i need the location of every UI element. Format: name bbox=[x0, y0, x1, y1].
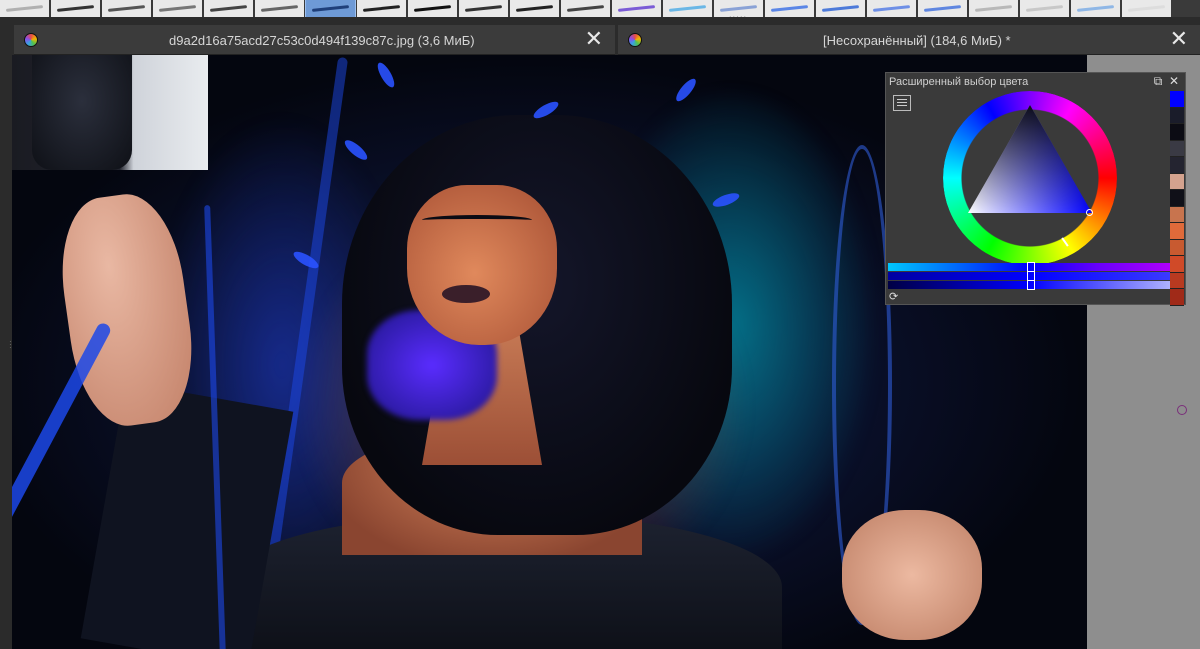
brush-preset-22[interactable] bbox=[1071, 0, 1120, 17]
hue-slider[interactable] bbox=[888, 262, 1170, 272]
palette-swatch[interactable] bbox=[1170, 157, 1184, 174]
brush-preset-6[interactable] bbox=[255, 0, 304, 17]
brush-preset-7[interactable] bbox=[305, 0, 356, 17]
docker-title: Расширенный выбор цвета bbox=[889, 76, 1029, 88]
close-docker-icon[interactable]: ✕ bbox=[1167, 74, 1181, 88]
palette-swatch[interactable] bbox=[1170, 239, 1184, 257]
brush-preset-18[interactable] bbox=[867, 0, 916, 17]
brush-preset-13[interactable] bbox=[612, 0, 661, 17]
color-history-palette bbox=[1170, 91, 1184, 306]
brush-preset-4[interactable] bbox=[153, 0, 202, 17]
selector-settings-icon[interactable] bbox=[893, 95, 911, 111]
brush-preset-5[interactable] bbox=[204, 0, 253, 17]
palette-swatch[interactable] bbox=[1170, 223, 1184, 240]
triangle-picker-cursor[interactable] bbox=[1086, 209, 1093, 216]
brush-preset-strip bbox=[0, 0, 1200, 17]
brush-preset-20[interactable] bbox=[969, 0, 1018, 17]
value-slider[interactable] bbox=[888, 280, 1170, 290]
paint-leaf bbox=[374, 60, 398, 90]
brush-preset-3[interactable] bbox=[102, 0, 151, 17]
brush-preset-10[interactable] bbox=[459, 0, 508, 17]
strip-resize-handle[interactable]: ····· bbox=[728, 13, 748, 21]
palette-swatch[interactable] bbox=[1170, 190, 1184, 207]
doc-tab-unsaved[interactable]: [Несохранённый] (184,6 МиБ) * ✕ bbox=[618, 25, 1200, 55]
advanced-color-selector-docker: Расширенный выбор цвета ⧉ ✕ ⟳ bbox=[885, 72, 1186, 306]
paint-leaf bbox=[673, 76, 699, 104]
palette-swatch[interactable] bbox=[1170, 91, 1184, 108]
palette-swatch[interactable] bbox=[1170, 140, 1184, 158]
brush-preset-14[interactable] bbox=[663, 0, 712, 17]
paint-face bbox=[407, 185, 557, 345]
reference-image bbox=[12, 55, 208, 170]
krita-doc-icon bbox=[628, 33, 642, 47]
close-icon[interactable]: ✕ bbox=[585, 28, 603, 50]
brush-preset-9[interactable] bbox=[408, 0, 457, 17]
refresh-icon[interactable]: ⟳ bbox=[889, 291, 901, 303]
palette-swatch[interactable] bbox=[1170, 289, 1184, 306]
paint-eyes bbox=[422, 215, 532, 225]
slider-thumb[interactable] bbox=[1027, 280, 1035, 290]
krita-window: ····· d9a2d16a75acd27c53c0d494f139c87c.j… bbox=[0, 0, 1200, 649]
brush-preset-19[interactable] bbox=[918, 0, 967, 17]
palette-swatch[interactable] bbox=[1170, 124, 1184, 141]
brush-preset-23[interactable] bbox=[1122, 0, 1171, 17]
brush-preset-12[interactable] bbox=[561, 0, 610, 17]
reference-dress bbox=[32, 55, 132, 170]
doc-tab-reference[interactable]: d9a2d16a75acd27c53c0d494f139c87c.jpg (3,… bbox=[14, 25, 615, 55]
close-icon[interactable]: ✕ bbox=[1170, 28, 1188, 50]
palette-swatch[interactable] bbox=[1170, 173, 1184, 191]
palette-swatch[interactable] bbox=[1170, 256, 1184, 273]
paint-right-hand bbox=[842, 510, 982, 640]
palette-swatch[interactable] bbox=[1170, 272, 1184, 290]
doc-tab-title: d9a2d16a75acd27c53c0d494f139c87c.jpg (3,… bbox=[169, 33, 475, 48]
color-wheel-area[interactable] bbox=[943, 91, 1117, 265]
palette-swatch[interactable] bbox=[1170, 206, 1184, 224]
brush-preset-8[interactable] bbox=[357, 0, 406, 17]
brush-cursor-outline bbox=[1177, 405, 1187, 415]
brush-preset-2[interactable] bbox=[51, 0, 100, 17]
float-docker-icon[interactable]: ⧉ bbox=[1151, 74, 1165, 88]
brush-preset-17[interactable] bbox=[816, 0, 865, 17]
doc-tab-title: [Несохранённый] (184,6 МиБ) * bbox=[823, 33, 1011, 48]
palette-swatch[interactable] bbox=[1170, 107, 1184, 125]
brush-preset-16[interactable] bbox=[765, 0, 814, 17]
krita-doc-icon bbox=[24, 33, 38, 47]
brush-preset-11[interactable] bbox=[510, 0, 559, 17]
left-dock-margin bbox=[0, 55, 12, 649]
paint-lips bbox=[442, 285, 490, 303]
brush-preset-1[interactable] bbox=[0, 0, 49, 17]
saturation-slider[interactable] bbox=[888, 271, 1170, 281]
brush-preset-21[interactable] bbox=[1020, 0, 1069, 17]
